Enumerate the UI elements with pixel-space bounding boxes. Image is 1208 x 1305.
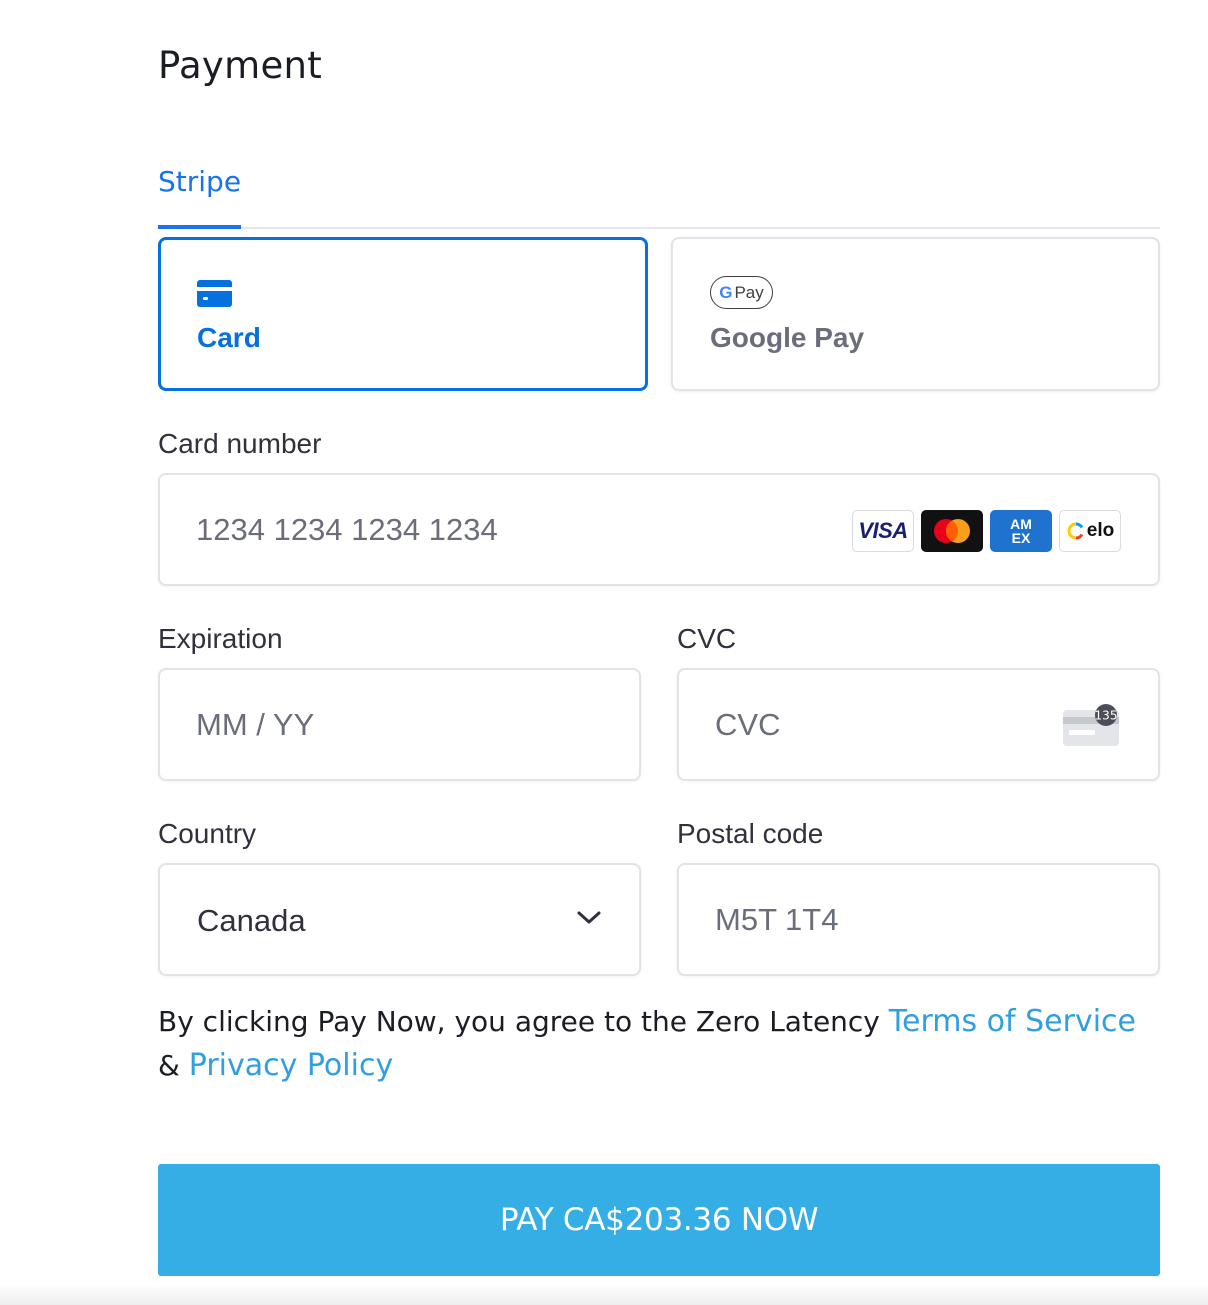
mastercard-icon — [921, 510, 983, 552]
visa-icon: VISA — [852, 510, 914, 552]
chevron-down-icon — [577, 911, 601, 924]
card-method-label: Card — [197, 322, 261, 353]
cvc-input[interactable] — [715, 670, 1051, 779]
pay-now-button[interactable]: PAY CA$203.36 NOW — [158, 1164, 1160, 1276]
amex-icon: AM EX — [990, 510, 1052, 552]
google-g-glyph: G — [719, 282, 733, 302]
payment-method-card[interactable]: Card — [158, 237, 648, 391]
terms-of-service-link[interactable]: Terms of Service — [889, 1004, 1136, 1039]
expiration-field-box — [158, 668, 641, 781]
country-selected-value: Canada — [197, 903, 306, 938]
elo-icon: elo — [1059, 510, 1121, 552]
payment-provider-tabs: Stripe — [158, 162, 1160, 229]
card-number-input[interactable] — [196, 475, 895, 584]
consent-text: By clicking Pay Now, you agree to the Ze… — [158, 1000, 1160, 1088]
cvc-field-box: 135 — [677, 668, 1160, 781]
postal-code-field-box — [677, 863, 1160, 976]
page-title: Payment — [158, 44, 323, 87]
elo-text: elo — [1086, 520, 1115, 541]
google-pay-badge-text: Pay — [734, 282, 764, 302]
credit-card-icon — [197, 280, 232, 307]
amex-bottom-text: EX — [1011, 530, 1031, 546]
postal-code-input[interactable] — [715, 865, 1051, 974]
tab-stripe[interactable]: Stripe — [158, 162, 242, 229]
payment-method-google-pay[interactable]: G Pay Google Pay — [671, 237, 1160, 391]
google-pay-icon: G Pay — [710, 276, 773, 309]
payment-page: Payment Stripe Card G Pay Google Pay Car… — [0, 0, 1208, 1305]
expiration-label: Expiration — [158, 623, 283, 654]
consent-ampersand: & — [158, 1049, 180, 1082]
consent-sentence: By clicking Pay Now, you agree to the Ze… — [158, 1005, 880, 1038]
cvc-card-back-icon: 135 — [1063, 704, 1119, 746]
country-select[interactable]: Canada — [158, 863, 641, 976]
country-label: Country — [158, 818, 257, 849]
card-brands: VISA AM EX elo — [852, 510, 1121, 552]
cvc-label: CVC — [677, 623, 737, 654]
cvc-hint-number: 135 — [1095, 709, 1118, 723]
bottom-edge-shadow — [0, 1284, 1208, 1305]
amex-top-text: AM — [1010, 516, 1032, 532]
card-number-field-box: VISA AM EX elo — [158, 473, 1160, 586]
expiration-input[interactable] — [196, 670, 532, 779]
postal-code-label: Postal code — [677, 818, 824, 849]
google-pay-method-label: Google Pay — [710, 322, 865, 353]
privacy-policy-link[interactable]: Privacy Policy — [189, 1048, 393, 1083]
card-number-label: Card number — [158, 428, 322, 459]
